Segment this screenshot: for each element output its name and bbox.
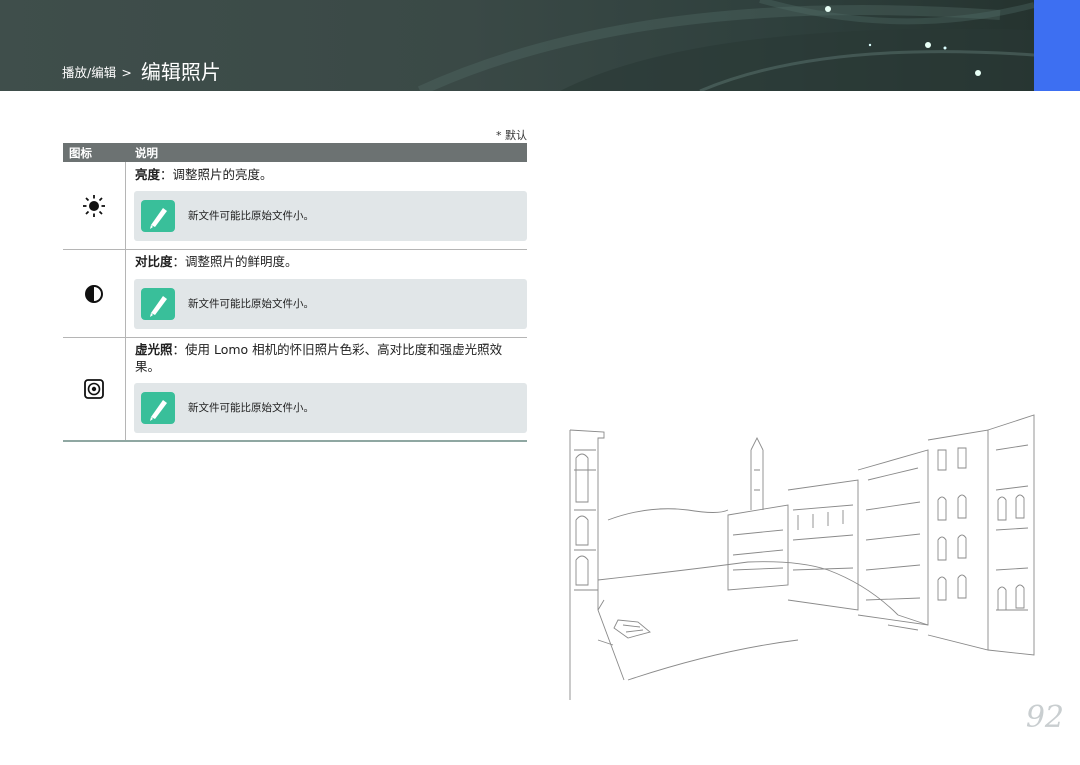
note-text: 新文件可能比原始文件小。 bbox=[188, 210, 314, 222]
table-column-divider bbox=[125, 162, 126, 442]
note-icon bbox=[141, 200, 175, 232]
note-icon bbox=[141, 288, 175, 320]
row-term: 亮度 bbox=[135, 167, 161, 182]
note-box: 新文件可能比原始文件小。 bbox=[134, 279, 527, 329]
city-sketch-illustration bbox=[569, 414, 1035, 700]
brightness-icon bbox=[83, 195, 105, 217]
row-divider bbox=[63, 337, 527, 338]
row-term: 对比度 bbox=[135, 254, 173, 269]
col-desc-header: 说明 bbox=[135, 146, 158, 160]
page-header: 播放/编辑 > 编辑照片 bbox=[0, 0, 1034, 91]
default-note: * 默认 bbox=[496, 129, 527, 142]
breadcrumb-separator: > bbox=[121, 65, 132, 80]
page-title: 编辑照片 bbox=[140, 60, 221, 84]
note-icon bbox=[141, 392, 175, 424]
table-bottom-border bbox=[63, 440, 527, 442]
row-desc: ：调整照片的鲜明度。 bbox=[172, 254, 298, 269]
note-text: 新文件可能比原始文件小。 bbox=[188, 298, 314, 310]
row-description: 虚光照：使用 Lomo 相机的怀旧照片色彩、高对比度和强虚光照效果。 bbox=[135, 341, 525, 375]
row-desc: ：使用 Lomo 相机的怀旧照片色彩、高对比度和强虚光照效果。 bbox=[135, 342, 503, 374]
row-description: 对比度：调整照片的鲜明度。 bbox=[135, 253, 525, 270]
row-description: 亮度：调整照片的亮度。 bbox=[135, 166, 525, 183]
vignetting-icon bbox=[84, 379, 104, 399]
row-desc: ：调整照片的亮度。 bbox=[160, 167, 273, 182]
page-number: 92 bbox=[1025, 700, 1064, 735]
col-icon-header: 图标 bbox=[69, 146, 92, 160]
table-header: 图标 说明 bbox=[63, 143, 527, 162]
chapter-tab[interactable] bbox=[1034, 0, 1080, 91]
breadcrumb: 播放/编辑 > 编辑照片 bbox=[62, 54, 221, 84]
contrast-icon bbox=[85, 285, 103, 303]
note-text: 新文件可能比原始文件小。 bbox=[188, 402, 314, 414]
note-box: 新文件可能比原始文件小。 bbox=[134, 383, 527, 433]
row-term: 虚光照 bbox=[135, 342, 173, 357]
row-divider bbox=[63, 249, 527, 250]
breadcrumb-parent[interactable]: 播放/编辑 bbox=[62, 65, 116, 80]
note-box: 新文件可能比原始文件小。 bbox=[134, 191, 527, 241]
